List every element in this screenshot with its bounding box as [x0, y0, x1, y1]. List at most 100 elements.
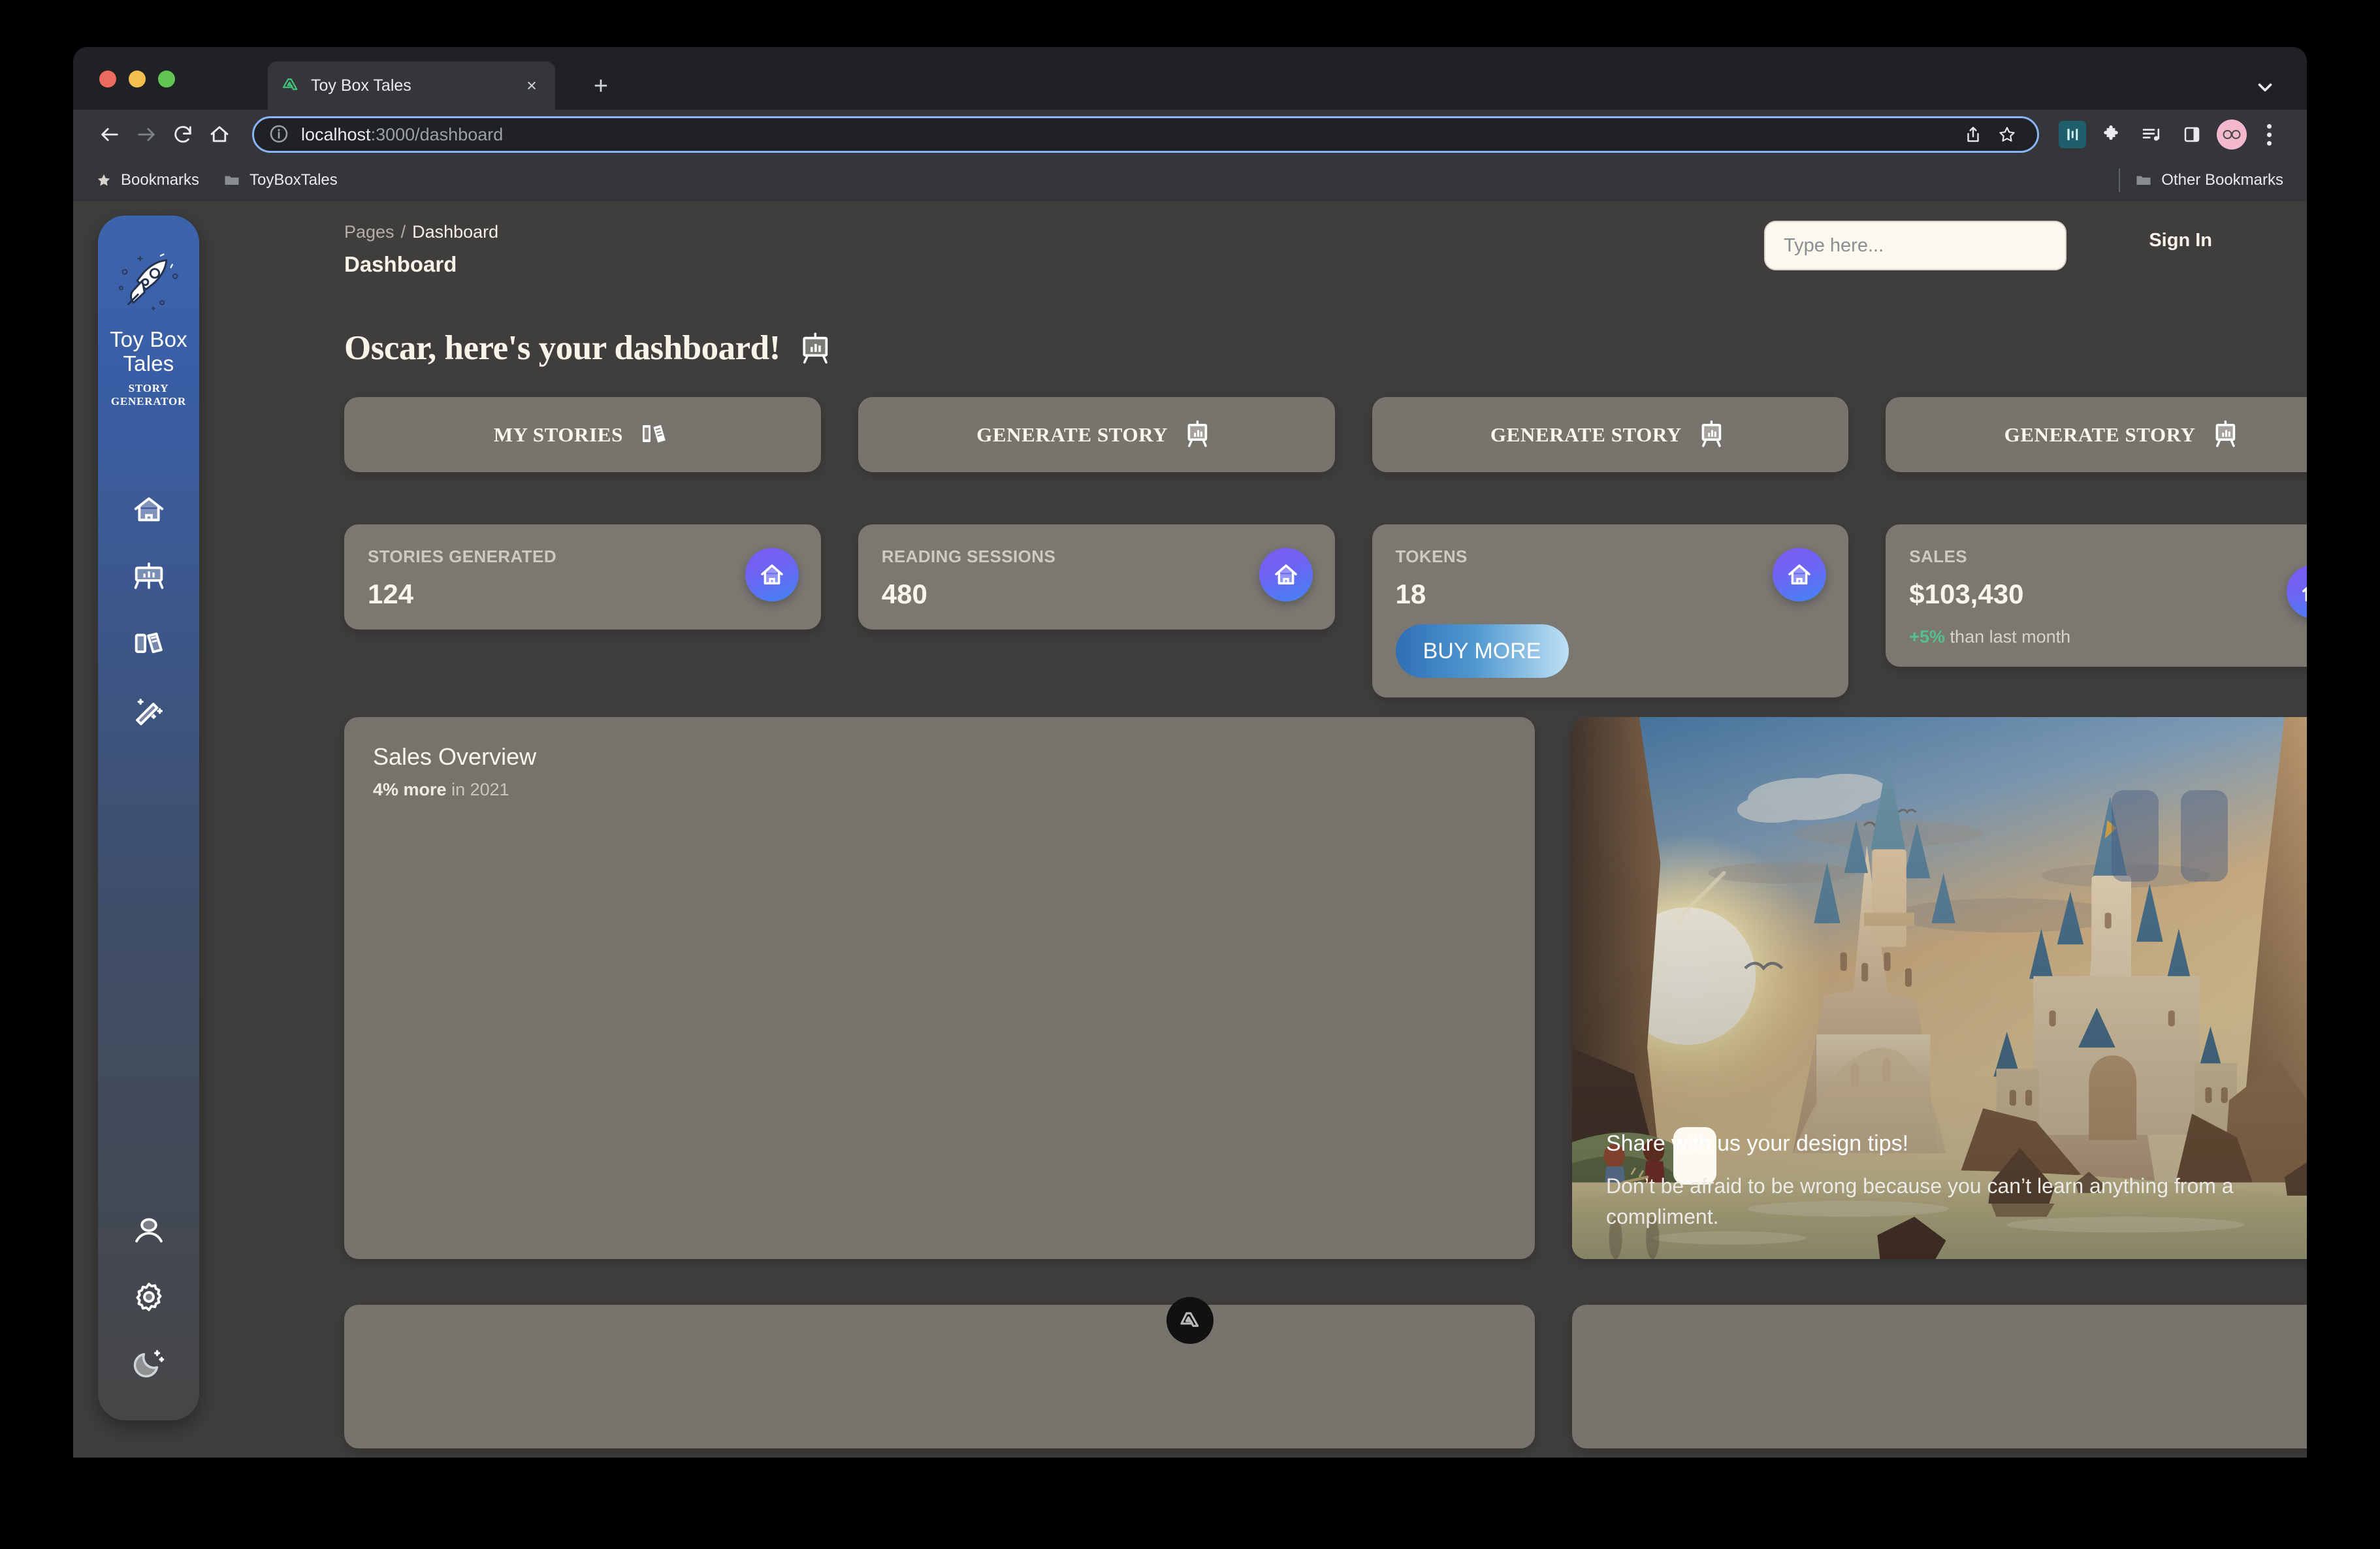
- breadcrumb-current: Dashboard: [412, 222, 499, 242]
- sidebar-item-theme[interactable]: [129, 1343, 169, 1384]
- action-label: GENERATE STORY: [1490, 423, 1682, 446]
- other-bookmarks-label: Other Bookmarks: [2161, 171, 2283, 189]
- action-label: GENERATE STORY: [976, 423, 1168, 446]
- sidebar-item-stories[interactable]: [129, 623, 169, 663]
- sidebar-item-profile[interactable]: [129, 1210, 169, 1251]
- design-tips-body: Don’t be afraid to be wrong because you …: [1606, 1174, 2234, 1228]
- stat-card-stories-generated: STORIES GENERATED 124: [344, 524, 821, 630]
- stat-label: SALES: [1909, 547, 1967, 566]
- action-label: GENERATE STORY: [2004, 423, 2196, 446]
- stat-value: 18: [1395, 579, 1426, 609]
- hero-decor-square-left: [2112, 790, 2159, 882]
- sales-overview-card: Sales Overview 4% more in 2021: [344, 717, 1535, 1259]
- breadcrumb-parent[interactable]: Pages: [344, 222, 394, 242]
- presentation-chart-icon: [2210, 416, 2244, 454]
- sidebar-nav-bottom: [129, 1210, 169, 1384]
- nuxt-logo-icon: [280, 74, 302, 97]
- minimize-window-button[interactable]: [129, 71, 146, 88]
- sidebar-item-home[interactable]: [129, 490, 169, 530]
- stats-row: STORIES GENERATED 124 READING SESSIONS 4…: [344, 524, 2307, 697]
- stat-value: 480: [881, 579, 927, 609]
- tab-strip: Toy Box Tales × +: [73, 47, 2307, 110]
- brand-name: Toy Box Tales: [110, 327, 187, 376]
- stat-card-tokens: TOKENS 18 BUY MORE: [1372, 524, 1849, 697]
- brand-tagline: STORY GENERATOR: [111, 382, 186, 407]
- home-icon[interactable]: [201, 116, 238, 153]
- address-bar[interactable]: localhost:3000/dashboard: [252, 116, 2039, 153]
- generate-story-button-3[interactable]: GENERATE STORY: [1886, 397, 2307, 472]
- brand-tagline-2: GENERATOR: [110, 394, 187, 407]
- sales-overview-title: Sales Overview: [373, 743, 537, 770]
- home-icon: [1259, 548, 1313, 601]
- bookmark-folder-label: ToyBoxTales: [249, 171, 338, 189]
- search-placeholder: Type here...: [1784, 234, 1884, 256]
- generate-story-button-2[interactable]: GENERATE STORY: [1372, 397, 1849, 472]
- bookmark-folder-toyboxtales[interactable]: ToyBoxTales: [223, 171, 338, 189]
- nuxt-devtools-badge[interactable]: [1166, 1297, 1214, 1344]
- bottom-card-right: [1572, 1305, 2307, 1448]
- browser-toolbar: localhost:3000/dashboard: [73, 110, 2307, 159]
- browser-menu-icon[interactable]: [2256, 119, 2282, 150]
- bookmarks-bar: Bookmarks ToyBoxTales Other Bookmarks: [73, 159, 2307, 201]
- page-viewport: Toy Box Tales STORY GENERATOR Pages / Da…: [73, 201, 2307, 1458]
- breadcrumb-separator: /: [400, 222, 406, 242]
- bookmarks-divider: [2119, 168, 2121, 192]
- bookmarks-label: Bookmarks: [121, 171, 200, 189]
- quick-actions-row: MY STORIES GENERATE STORY GENERATE STORY…: [344, 397, 2307, 472]
- stat-label: READING SESSIONS: [881, 547, 1056, 566]
- tab-title: Toy Box Tales: [311, 76, 411, 95]
- home-icon: [1773, 548, 1827, 601]
- stat-label: STORIES GENERATED: [368, 547, 556, 566]
- close-window-button[interactable]: [99, 71, 116, 88]
- address-text: localhost:3000/dashboard: [301, 124, 504, 144]
- app-sidebar: Toy Box Tales STORY GENERATOR: [98, 216, 199, 1420]
- site-info-icon[interactable]: [268, 123, 291, 146]
- design-tips-heading: Share with us your design tips!: [1606, 1131, 1909, 1157]
- greeting-text: Oscar, here's your dashboard!: [344, 329, 780, 367]
- chevron-down-icon[interactable]: [2252, 74, 2278, 101]
- my-stories-button[interactable]: MY STORIES: [344, 397, 821, 472]
- stat-label: TOKENS: [1395, 547, 1468, 566]
- bitwarden-extension-icon[interactable]: [2059, 121, 2086, 148]
- brand-line-1: Toy Box: [110, 327, 187, 351]
- forward-icon[interactable]: [128, 116, 165, 153]
- close-icon[interactable]: ×: [520, 74, 543, 97]
- brand-tagline-1: STORY: [128, 381, 169, 394]
- sales-overview-delta: 4% more: [373, 780, 447, 799]
- presentation-chart-icon: [797, 330, 834, 366]
- browser-tab[interactable]: Toy Box Tales ×: [268, 61, 555, 110]
- presentation-chart-icon: [1696, 416, 1730, 454]
- stat-delta-value: +5%: [1909, 627, 1946, 647]
- breadcrumb: Pages / Dashboard: [344, 222, 498, 242]
- bookmark-star-icon[interactable]: [1991, 119, 2023, 150]
- sales-overview-period: in 2021: [446, 780, 509, 799]
- books-icon: [637, 416, 671, 454]
- side-panel-icon[interactable]: [2176, 119, 2208, 150]
- design-tips-card[interactable]: Share with us your design tips! Don’t be…: [1572, 717, 2307, 1259]
- back-icon[interactable]: [91, 116, 128, 153]
- sidebar-item-settings[interactable]: [129, 1277, 169, 1317]
- reload-icon[interactable]: [165, 116, 201, 153]
- bookmarks-star-item[interactable]: Bookmarks: [95, 171, 199, 189]
- rocket-icon: [112, 246, 185, 319]
- action-label: MY STORIES: [493, 423, 623, 446]
- search-input[interactable]: Type here...: [1764, 221, 2066, 270]
- buy-more-button[interactable]: BUY MORE: [1395, 624, 1569, 678]
- extensions-puzzle-icon[interactable]: [2095, 119, 2127, 150]
- stat-card-sales: SALES $103,430 +5% than last month: [1886, 524, 2307, 667]
- window-controls: [99, 71, 175, 88]
- other-bookmarks-folder[interactable]: Other Bookmarks: [2134, 171, 2283, 189]
- profile-avatar[interactable]: [2217, 120, 2247, 150]
- sign-in-button[interactable]: Sign In: [2149, 230, 2212, 251]
- media-playlist-icon[interactable]: [2136, 119, 2167, 150]
- new-tab-button[interactable]: +: [587, 72, 615, 101]
- sidebar-item-dashboard[interactable]: [129, 556, 169, 597]
- share-icon[interactable]: [1957, 119, 1989, 150]
- generate-story-button-1[interactable]: GENERATE STORY: [858, 397, 1335, 472]
- main-panels-row: Sales Overview 4% more in 2021 Share wit…: [344, 717, 2307, 1259]
- stat-value: $103,430: [1909, 579, 2024, 609]
- page-topbar: Pages / Dashboard Dashboard Type here... S…: [321, 201, 2307, 299]
- sidebar-item-generate[interactable]: [129, 690, 169, 730]
- maximize-window-button[interactable]: [158, 71, 175, 88]
- brand-line-2: Tales: [123, 351, 174, 375]
